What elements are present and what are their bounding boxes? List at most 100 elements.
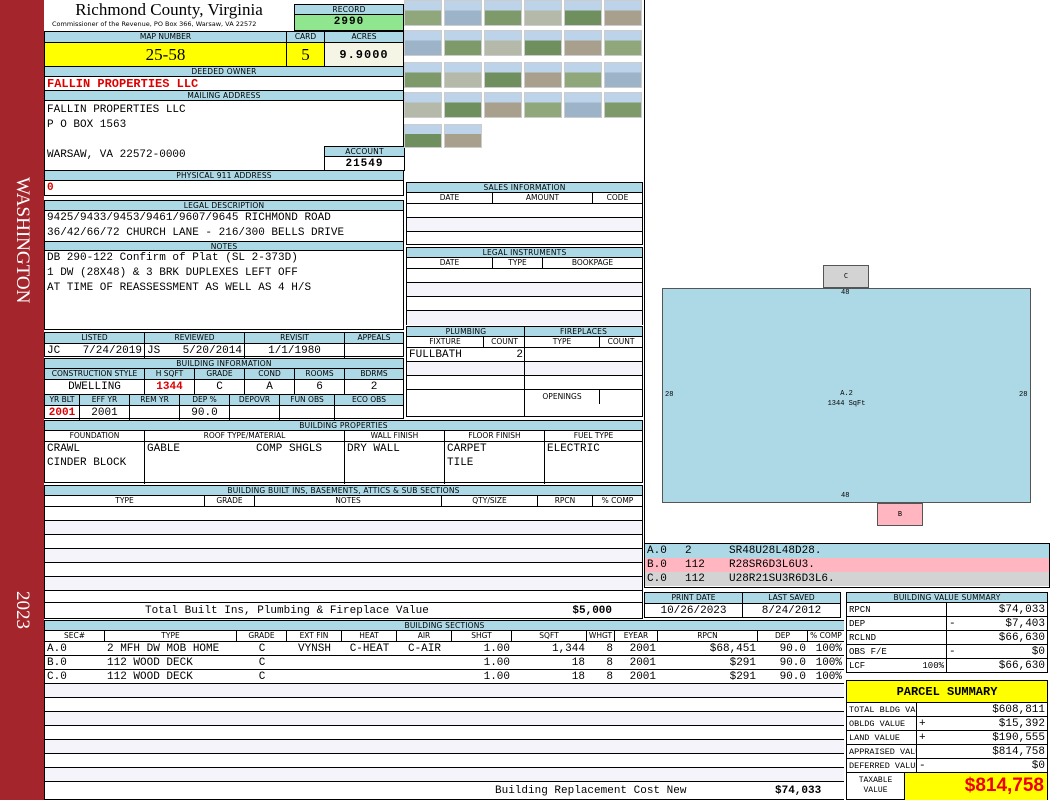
value-summary-pct [944, 645, 946, 658]
parcel-summary-row: LAND VALUE + $190,555 [847, 731, 1047, 745]
value-summary-row: OBS F/E - $0 [847, 645, 1047, 659]
condition: A [245, 380, 295, 394]
building-properties-label: BUILDING PROPERTIES [45, 421, 642, 431]
commissioner-address: Commissioner of the Revenue, PO Box 366,… [52, 20, 257, 28]
map-number: 25-58 [45, 43, 287, 67]
parcel-row-value: $190,555 [992, 732, 1045, 744]
instrument-type-header: TYPE [493, 258, 543, 268]
sketch-section-row: B.0 112 R28SR6D3L6U3. [645, 558, 1049, 572]
section-type: 112 WOOD DECK [107, 657, 193, 669]
notes-label: NOTES [45, 241, 403, 251]
grade-header: GRADE [195, 369, 245, 379]
section-type: 112 WOOD DECK [107, 671, 193, 683]
building-information-box: BUILDING INFORMATION CONSTRUCTION STYLE H… [44, 358, 404, 420]
property-photo-thumbnail[interactable] [564, 92, 602, 118]
property-photo-thumbnail[interactable] [404, 0, 442, 26]
value-summary-row: RCLND $66,630 [847, 631, 1047, 645]
property-photo-thumbnail[interactable] [444, 62, 482, 88]
parcel-row-label: OBLDG VALUE [847, 717, 917, 730]
value-summary-row: LCF 100% $66,630 [847, 659, 1047, 673]
pct-comp-header: % COMP [601, 496, 634, 505]
functional-obs [280, 406, 335, 420]
property-photo-thumbnail[interactable] [484, 30, 522, 56]
grade-header: GRADE [205, 496, 255, 506]
property-photo-thumbnail[interactable] [524, 0, 562, 26]
built-ins-box: BUILDING BUILT INS, BASEMENTS, ATTICS & … [44, 485, 643, 619]
rpcn-header: RPCN [538, 496, 593, 506]
property-photo-thumbnail[interactable] [564, 30, 602, 56]
property-photo-thumbnail[interactable] [444, 30, 482, 56]
sketch-section-a: A.2 1344 SqFt [662, 288, 1031, 503]
eco-obs-header: ECO OBS [352, 395, 386, 404]
fixture-name: FULLBATH [409, 349, 462, 361]
section-row: C.0 112 WOOD DECK C 1.00 18 8 2001 $291 90.0 100% [45, 670, 844, 684]
wall-finish-header: WALL FINISH [345, 431, 445, 441]
listed-date: 7/24/2019 [82, 345, 142, 357]
built-in-row [45, 563, 642, 577]
pct-complete: 100% [815, 657, 842, 669]
property-photo-thumbnail[interactable] [484, 0, 522, 26]
property-photo-thumbnail[interactable] [604, 30, 642, 56]
record-number: 2990 [295, 15, 403, 30]
parcel-summary-row: DEFERRED VALUE - $0 [847, 759, 1047, 773]
property-photo-thumbnail[interactable] [604, 0, 642, 26]
economic-obs [335, 406, 403, 420]
floor-finish-1: CARPET [447, 443, 487, 455]
property-photo-thumbnail[interactable] [444, 0, 482, 26]
property-photo-thumbnail[interactable] [524, 62, 562, 88]
property-photo-thumbnail[interactable] [444, 92, 482, 118]
plumbing-row: FULLBATH 2 [407, 348, 525, 362]
sales-amount-header: AMOUNT [493, 193, 593, 203]
property-photo-thumbnail[interactable] [484, 62, 522, 88]
sketch-section-code: 112 [685, 573, 705, 585]
property-photo-thumbnail[interactable] [484, 92, 522, 118]
fuel-type: ELECTRIC [547, 443, 600, 455]
parcel-summary: PARCEL SUMMARY TOTAL BLDG VALUE$608,811O… [846, 680, 1048, 800]
value-summary-pct [944, 603, 946, 616]
property-photo-thumbnail[interactable] [564, 62, 602, 88]
yr-blt-header: YR BLT [45, 395, 80, 405]
roof-header: ROOF TYPE/MATERIAL [145, 431, 345, 441]
dep-header: DEP [758, 631, 808, 641]
parcel-row-value: $608,811 [992, 704, 1045, 716]
property-photo-thumbnail[interactable] [524, 30, 562, 56]
value-summary-value-cell: $66,630 [947, 659, 1047, 672]
property-photo-thumbnail[interactable] [404, 62, 442, 88]
appeals-label: APPEALS [357, 333, 391, 342]
plumbing-box: PLUMBING FIXTURE COUNT FULLBATH 2 [406, 326, 525, 417]
type-header: TYPE [45, 496, 205, 506]
property-photo-thumbnail[interactable] [604, 62, 642, 88]
value-summary-value-cell: $74,033 [947, 603, 1047, 616]
property-photo-thumbnail[interactable] [404, 92, 442, 118]
depreciation: 90.0 [779, 671, 806, 683]
value-summary-label: DEP [849, 619, 866, 629]
value-summary-pct: 100% [922, 661, 944, 671]
type-header: TYPE [105, 631, 237, 641]
property-photo-thumbnail[interactable] [564, 0, 602, 26]
value-summary-label: OBS F/E [849, 647, 887, 657]
parcel-row-label: APPRAISED VALUE [849, 745, 917, 758]
acres-label: ACRES [351, 32, 377, 41]
property-photo-thumbnail[interactable] [444, 124, 482, 148]
grade-header: GRADE [237, 631, 287, 641]
print-date: 10/26/2023 [645, 604, 743, 618]
effective-year: 2001 [80, 406, 130, 420]
parcel-row-sign: + [919, 732, 926, 744]
air-header: AIR [397, 631, 452, 641]
sketch-c-label: C [843, 272, 849, 280]
property-photo-thumbnail[interactable] [604, 92, 642, 118]
sketch-dim-bottom: 48 [841, 492, 850, 500]
parcel-value-cell: - $0 [917, 759, 1047, 772]
heat [342, 656, 397, 670]
property-photo-thumbnail[interactable] [404, 124, 442, 148]
legal-description-label: LEGAL DESCRIPTION [45, 201, 403, 211]
sketch-section-b: B [877, 503, 923, 526]
built-in-row [45, 521, 642, 535]
depreciation-pct: 90.0 [180, 406, 230, 420]
property-photo-thumbnail[interactable] [404, 30, 442, 56]
depovr-header: DEPOVR [230, 395, 280, 405]
property-photo-thumbnail[interactable] [524, 92, 562, 118]
instrument-date-header: DATE [407, 258, 493, 268]
story-height: 1.00 [483, 657, 510, 669]
section-type: 2 MFH DW MOB HOME [107, 643, 220, 655]
